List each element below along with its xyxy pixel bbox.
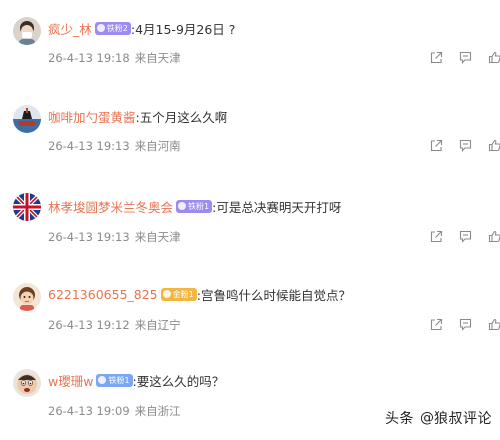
- comment-text: :4月15-9月26日 ?: [130, 21, 236, 37]
- share-icon[interactable]: [430, 230, 443, 243]
- watermark: 头条 @ 狼叔评论: [385, 408, 492, 428]
- watermark-at: @: [420, 410, 434, 426]
- comment-actions: [430, 139, 500, 152]
- comment-item: 6221360655_825 金粉1 :宫鲁鸣什么时候能自觉点？ 26-4-13…: [0, 264, 500, 352]
- badge-label: 铁粉1: [188, 201, 210, 211]
- comment-username[interactable]: 咖啡加勺蛋黄酱: [48, 107, 136, 126]
- comment-location: 来自天津: [134, 230, 181, 244]
- comment-username[interactable]: 6221360655_825: [48, 287, 158, 302]
- comment-text: :可是总决赛明天开打呀: [212, 199, 342, 215]
- like-icon[interactable]: [488, 139, 500, 152]
- comment-meta: 26-4-13 19:18 来自天津: [48, 50, 181, 66]
- comment-location: 来自浙江: [134, 404, 181, 418]
- comment-actions: [430, 318, 500, 331]
- comment-text: :五个月这么久啊: [135, 109, 228, 125]
- comment-meta: 26-4-13 19:09 来自浙江: [48, 403, 181, 419]
- comment-text: :宫鲁鸣什么时候能自觉点？: [196, 287, 351, 303]
- share-icon[interactable]: [430, 139, 443, 152]
- badge-icon: [96, 24, 105, 32]
- like-icon[interactable]: [488, 230, 500, 243]
- badge-label: 金粉1: [172, 289, 194, 299]
- fan-badge: 铁粉1: [176, 199, 213, 213]
- fan-badge: 铁粉2: [94, 21, 131, 35]
- comment-timestamp: 26-4-13 19:13: [48, 230, 130, 244]
- comment-actions: [430, 51, 500, 64]
- fan-badge: 铁粉1: [96, 373, 133, 387]
- comment-location: 来自天津: [134, 51, 181, 65]
- user-avatar[interactable]: [13, 283, 41, 311]
- share-icon[interactable]: [430, 318, 443, 331]
- badge-label: 铁粉1: [108, 375, 130, 385]
- comment-icon[interactable]: [459, 318, 472, 331]
- comment-username[interactable]: 疯少_林: [48, 19, 92, 38]
- fan-badge: 金粉1: [160, 287, 197, 301]
- comment-username[interactable]: w瓔珊w: [48, 371, 93, 390]
- user-avatar[interactable]: [13, 105, 41, 133]
- comment-icon[interactable]: [459, 51, 472, 64]
- comment-timestamp: 26-4-13 19:09: [48, 404, 130, 418]
- comment-timestamp: 26-4-13 19:13: [48, 139, 130, 153]
- comment-location: 来自辽宁: [134, 318, 181, 332]
- comment-item: 林孝埈圆梦米兰冬奥会 铁粉1 :可是总决赛明天开打呀 26-4-13 19:13…: [0, 176, 500, 264]
- user-avatar[interactable]: [13, 17, 41, 45]
- comment-text: :要这么久的吗？: [132, 373, 225, 389]
- comment-meta: 26-4-13 19:12 来自辽宁: [48, 317, 181, 333]
- user-avatar[interactable]: [13, 193, 41, 221]
- comment-username[interactable]: 林孝埈圆梦米兰冬奥会: [48, 197, 173, 216]
- share-icon[interactable]: [430, 51, 443, 64]
- comment-actions: [430, 230, 500, 243]
- comment-meta: 26-4-13 19:13 来自天津: [48, 229, 181, 245]
- user-avatar[interactable]: [13, 369, 41, 397]
- badge-icon: [178, 202, 187, 210]
- watermark-prefix: 头条: [385, 411, 414, 427]
- comment-icon[interactable]: [459, 139, 472, 152]
- badge-icon: [162, 290, 171, 298]
- badge-icon: [98, 376, 107, 384]
- comment-meta: 26-4-13 19:13 来自河南: [48, 138, 181, 154]
- badge-label: 铁粉2: [106, 23, 128, 33]
- comment-location: 来自河南: [134, 139, 181, 153]
- comment-timestamp: 26-4-13 19:18: [48, 51, 130, 65]
- comment-timestamp: 26-4-13 19:12: [48, 318, 130, 332]
- comment-icon[interactable]: [459, 230, 472, 243]
- comment-item: 咖啡加勺蛋黄酱 :五个月这么久啊 26-4-13 19:13 来自河南: [0, 88, 500, 176]
- watermark-handle: 狼叔评论: [434, 411, 492, 427]
- like-icon[interactable]: [488, 318, 500, 331]
- like-icon[interactable]: [488, 51, 500, 64]
- comment-item: 疯少_林 铁粉2 :4月15-9月26日 ? 26-4-13 19:18 来自天津: [0, 0, 500, 88]
